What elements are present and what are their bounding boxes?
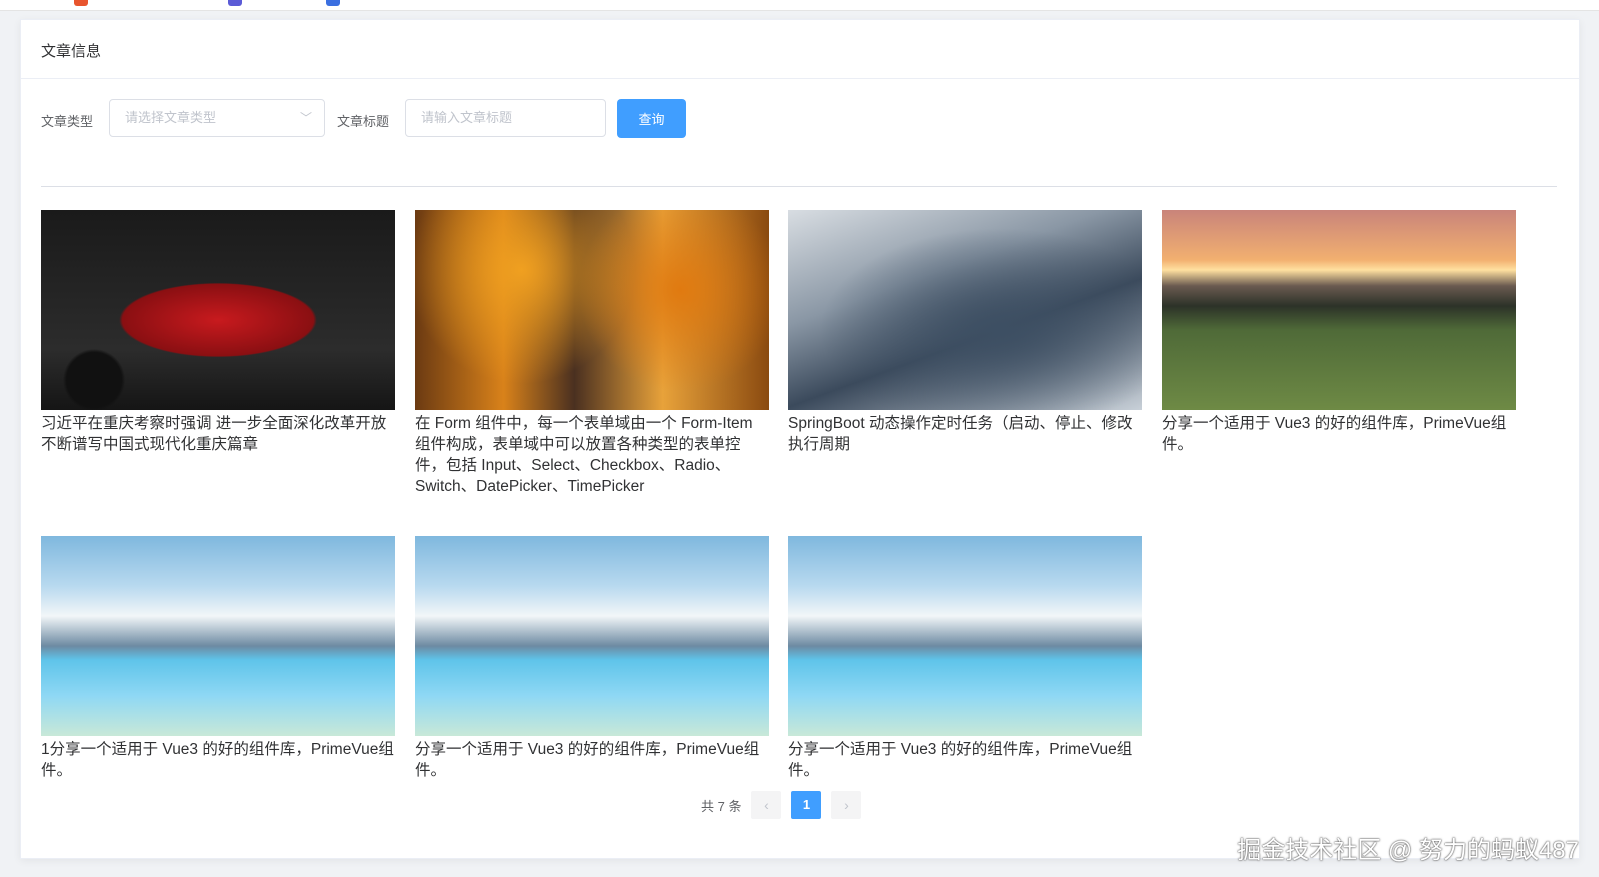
article-title[interactable]: 分享一个适用于 Vue3 的好的组件库，PrimeVue组件。 [1162, 413, 1516, 455]
article-title[interactable]: SpringBoot 动态操作定时任务（启动、停止、修改执行周期 [788, 413, 1142, 455]
divider [41, 186, 1557, 187]
pagination-total: 共 7 条 [701, 798, 742, 814]
bookmark-icon[interactable] [74, 0, 88, 6]
article-type-placeholder: 请选择文章类型 [125, 110, 217, 125]
next-page-button[interactable]: › [831, 791, 862, 819]
article-title[interactable]: 1分享一个适用于 Vue3 的好的组件库，PrimeVue组件。 [41, 739, 395, 781]
article-card: 文章信息 文章类型 请选择文章类型 ﹀ 文章标题 请输入文章标题 查询 习近平在… [20, 19, 1580, 859]
article-image[interactable] [415, 536, 769, 736]
bookmarks-bar [0, 0, 1599, 11]
article-image[interactable] [41, 536, 395, 736]
watermark: 掘金技术社区 @ 努力的蚂蚁487 [1237, 837, 1579, 864]
article-type-select[interactable]: 请选择文章类型 ﹀ [109, 99, 325, 137]
article-item[interactable]: SpringBoot 动态操作定时任务（启动、停止、修改执行周期 [788, 210, 1142, 455]
article-image[interactable] [41, 210, 395, 410]
article-image[interactable] [1162, 210, 1516, 410]
article-item[interactable]: 分享一个适用于 Vue3 的好的组件库，PrimeVue组件。 [1162, 210, 1516, 455]
article-title-label: 文章标题 [337, 114, 390, 129]
article-title-placeholder: 请输入文章标题 [421, 110, 513, 125]
bookmark-icon[interactable] [228, 0, 242, 6]
article-title-input[interactable]: 请输入文章标题 [405, 99, 606, 137]
article-item[interactable]: 1分享一个适用于 Vue3 的好的组件库，PrimeVue组件。 [41, 536, 395, 781]
chevron-down-icon: ﹀ [299, 111, 312, 125]
article-item[interactable]: 习近平在重庆考察时强调 进一步全面深化改革开放 不断谱写中国式现代化重庆篇章 [41, 210, 395, 455]
query-button[interactable]: 查询 [617, 99, 686, 138]
article-item[interactable]: 分享一个适用于 Vue3 的好的组件库，PrimeVue组件。 [788, 536, 1142, 781]
article-title[interactable]: 习近平在重庆考察时强调 进一步全面深化改革开放 不断谱写中国式现代化重庆篇章 [41, 413, 395, 455]
article-title[interactable]: 分享一个适用于 Vue3 的好的组件库，PrimeVue组件。 [415, 739, 769, 781]
card-title: 文章信息 [41, 43, 102, 60]
article-type-label: 文章类型 [41, 114, 94, 129]
article-title[interactable]: 在 Form 组件中，每一个表单域由一个 Form-Item 组件构成，表单域中… [415, 413, 769, 497]
card-header: 文章信息 [21, 20, 1579, 79]
pagination: 共 7 条 ‹ 1 › [701, 791, 862, 819]
prev-page-button[interactable]: ‹ [751, 791, 782, 819]
page-1-button[interactable]: 1 [791, 791, 822, 819]
article-image[interactable] [415, 210, 769, 410]
article-image[interactable] [788, 536, 1142, 736]
bookmark-icon[interactable] [326, 0, 340, 6]
article-image[interactable] [788, 210, 1142, 410]
article-title[interactable]: 分享一个适用于 Vue3 的好的组件库，PrimeVue组件。 [788, 739, 1142, 781]
article-item[interactable]: 分享一个适用于 Vue3 的好的组件库，PrimeVue组件。 [415, 536, 769, 781]
article-item[interactable]: 在 Form 组件中，每一个表单域由一个 Form-Item 组件构成，表单域中… [415, 210, 769, 497]
